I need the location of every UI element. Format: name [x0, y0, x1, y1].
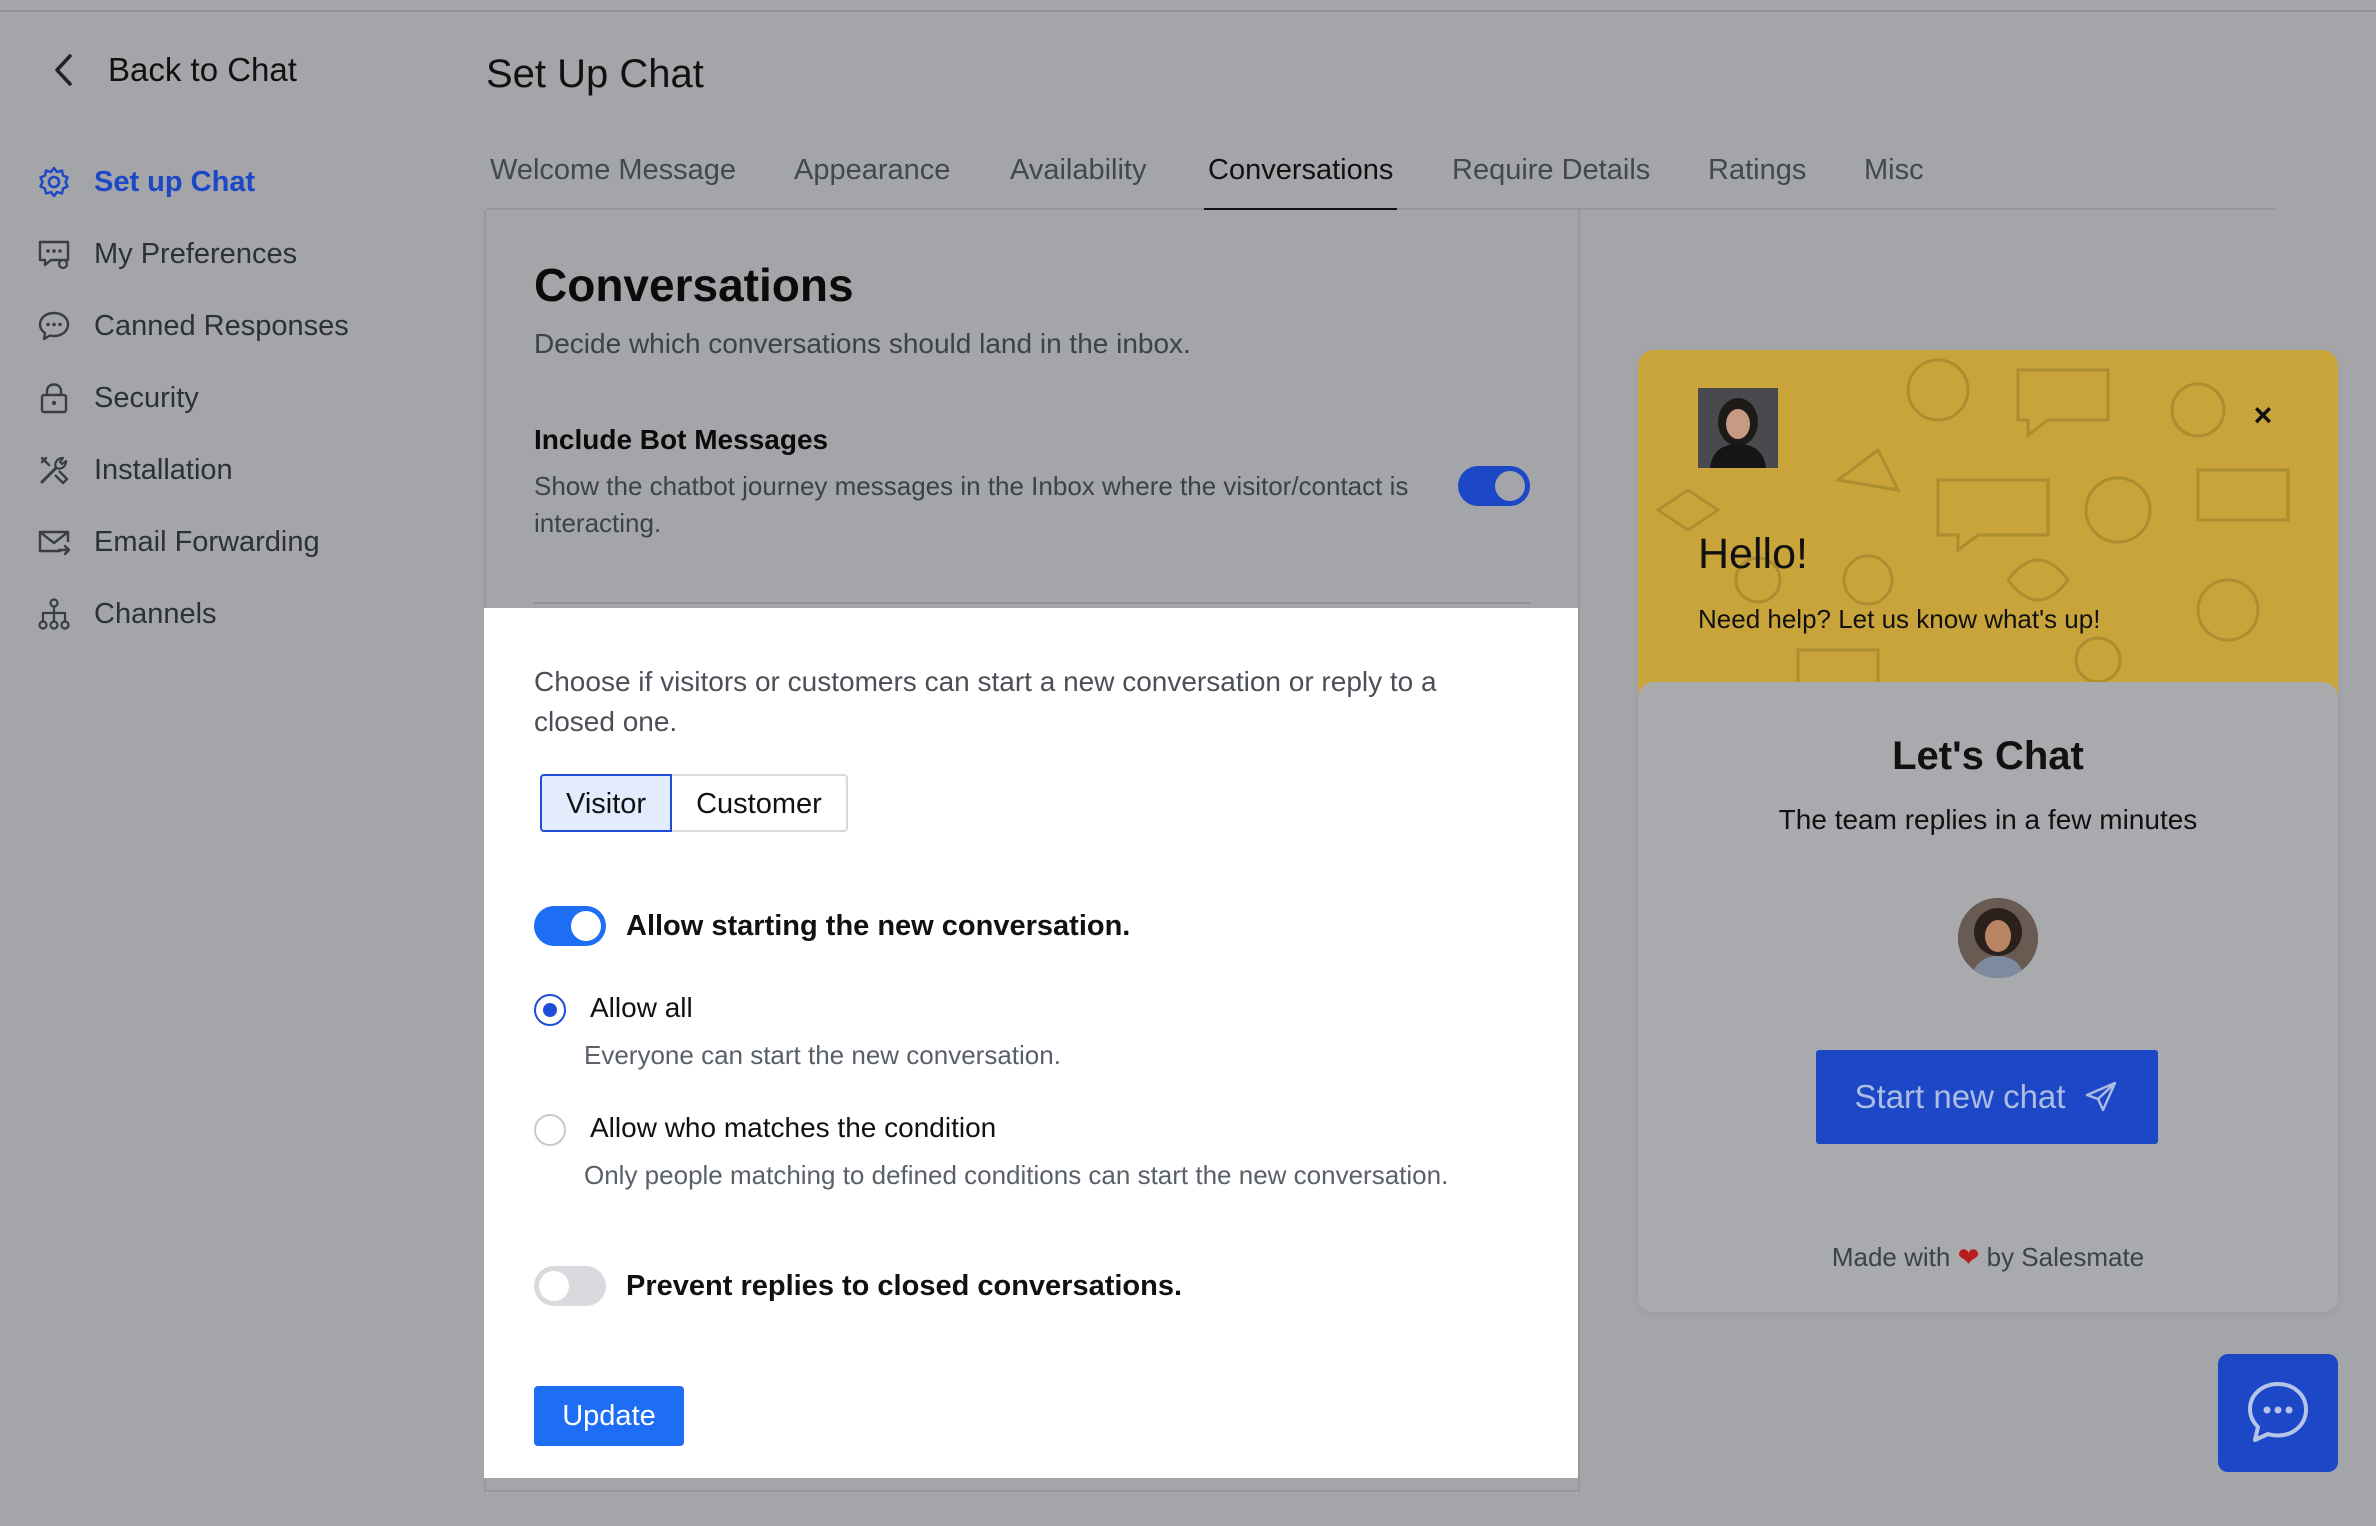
sidebar-item-canned-responses[interactable]: Canned Responses [36, 290, 349, 362]
made-with-text: Made with [1831, 1242, 1951, 1272]
update-button[interactable]: Update [534, 1386, 684, 1446]
tab-bar: Welcome Message Appearance Availability … [486, 150, 2276, 213]
sidebar-item-label: My Preferences [94, 237, 298, 270]
section-divider [534, 602, 1530, 604]
widget-lets-chat: Let's Chat [1892, 734, 2084, 778]
radio-allow-condition-label[interactable]: Allow who matches the condition [590, 1112, 996, 1144]
chat-bubble-icon [2248, 1382, 2308, 1442]
network-icon [36, 596, 72, 632]
tab-conversations[interactable]: Conversations [1203, 150, 1398, 213]
widget-help-text: Need help? Let us know what's up! [1698, 604, 2101, 634]
sidebar-item-channels[interactable]: Channels [36, 578, 349, 650]
by-salesmate-text: by Salesmate [1986, 1242, 2145, 1272]
radio-allow-all-label[interactable]: Allow all [590, 992, 693, 1024]
audience-segmented-control: Visitor Customer [540, 774, 848, 832]
conversation-rules-panel: Choose if visitors or customers can star… [484, 608, 1578, 1478]
agent-photo [1698, 388, 1778, 468]
page-title: Set Up Chat [486, 52, 704, 96]
prevent-replies-label: Prevent replies to closed conversations. [626, 1270, 1183, 1302]
sidebar-item-my-preferences[interactable]: My Preferences [36, 218, 349, 290]
section-subtitle: Decide which conversations should land i… [534, 328, 1191, 359]
include-bot-title: Include Bot Messages [534, 424, 829, 455]
tab-require-details[interactable]: Require Details [1452, 150, 1650, 210]
lock-icon [36, 380, 72, 416]
segment-visitor[interactable]: Visitor [540, 774, 673, 832]
radio-allow-all[interactable] [534, 994, 566, 1026]
sidebar-item-label: Set up Chat [94, 165, 256, 198]
sidebar-item-security[interactable]: Security [36, 362, 349, 434]
chevron-left-icon [55, 54, 72, 86]
sidebar-item-set-up-chat[interactable]: Set up Chat [36, 146, 349, 218]
radio-allow-condition-description: Only people matching to defined conditio… [584, 1160, 1449, 1190]
include-bot-toggle[interactable] [1458, 466, 1530, 506]
sidebar-nav: Set up Chat My Preferences Canned Respon… [36, 146, 349, 650]
chat-preferences-icon [36, 236, 72, 272]
sidebar-item-label: Security [94, 381, 199, 414]
close-icon[interactable]: × [2248, 399, 2278, 431]
sidebar-item-label: Channels [94, 597, 217, 630]
sidebar-item-label: Installation [94, 453, 233, 486]
tools-icon [36, 452, 72, 488]
tab-misc[interactable]: Misc [1864, 150, 1924, 210]
speech-bubble-icon [36, 308, 72, 344]
radio-allow-condition[interactable] [534, 1114, 566, 1146]
widget-banner: × Hello! Need help? Let us know what's u… [1638, 350, 2338, 700]
gear-icon [36, 164, 72, 200]
allow-start-toggle[interactable] [534, 906, 606, 946]
tab-welcome-message[interactable]: Welcome Message [490, 150, 736, 210]
allow-start-label: Allow starting the new conversation. [626, 910, 1131, 942]
segment-customer[interactable]: Customer [672, 774, 848, 832]
start-new-chat-button[interactable]: Start new chat [1816, 1050, 2158, 1144]
chat-launcher-button[interactable] [2218, 1354, 2338, 1472]
sidebar-item-installation[interactable]: Installation [36, 434, 349, 506]
made-with-footer: Made with ❤ by Salesmate [1638, 1242, 2338, 1273]
sidebar-item-email-forwarding[interactable]: Email Forwarding [36, 506, 349, 578]
sidebar-item-label: Canned Responses [94, 309, 349, 342]
back-to-chat-link[interactable]: Back to Chat [50, 50, 297, 90]
section-title: Conversations [534, 259, 854, 311]
heart-icon: ❤ [1957, 1242, 1980, 1272]
choose-description: Choose if visitors or customers can star… [534, 666, 1437, 737]
top-border [0, 10, 2376, 12]
widget-team-replies: The team replies in a few minutes [1778, 804, 2198, 835]
start-new-chat-label: Start new chat [1854, 1078, 2066, 1115]
widget-body: Let's Chat The team replies in a few min… [1638, 682, 2338, 1312]
prevent-replies-toggle[interactable] [534, 1266, 606, 1306]
avatar [1958, 898, 2038, 978]
sidebar-item-label: Email Forwarding [94, 525, 320, 558]
tab-availability[interactable]: Availability [1010, 150, 1146, 210]
send-icon [2086, 1081, 2117, 1112]
email-forward-icon [36, 524, 72, 560]
back-to-chat-label: Back to Chat [108, 51, 297, 88]
radio-allow-all-description: Everyone can start the new conversation. [584, 1040, 1061, 1070]
tab-ratings[interactable]: Ratings [1708, 150, 1806, 210]
include-bot-description: Show the chatbot journey messages in the… [534, 471, 1409, 538]
widget-hello: Hello! [1698, 530, 1808, 578]
chat-widget-preview: × Hello! Need help? Let us know what's u… [1638, 350, 2338, 1312]
tab-appearance[interactable]: Appearance [794, 150, 950, 210]
